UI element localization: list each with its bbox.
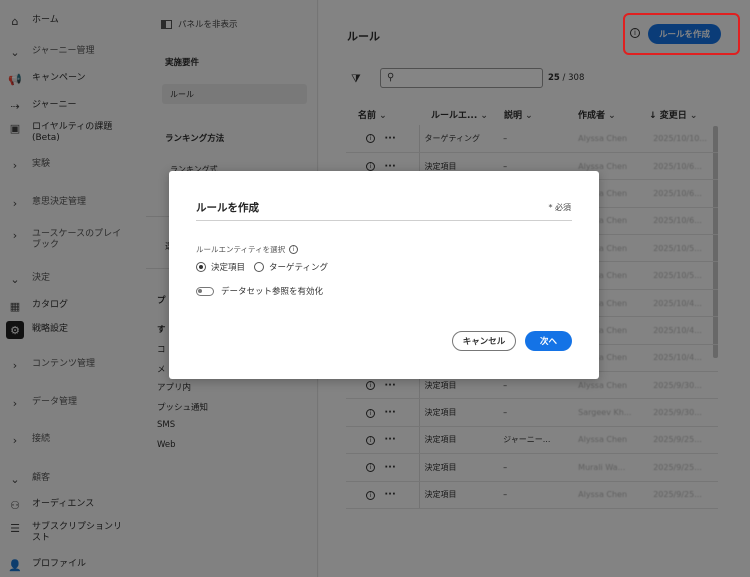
radio-decision-item[interactable]: 決定項目 — [196, 261, 245, 273]
toggle-label: データセット参照を有効化 — [221, 287, 324, 297]
next-button[interactable]: 次へ — [525, 331, 572, 351]
radio-selected-icon — [196, 262, 206, 272]
dialog-divider — [196, 220, 572, 221]
info-icon[interactable]: i — [289, 245, 299, 254]
dataset-lookup-toggle-row: データセット参照を有効化 — [196, 285, 323, 297]
radio-label: ターゲティング — [269, 263, 328, 273]
cancel-button[interactable]: キャンセル — [452, 331, 516, 351]
dialog-title: ルールを作成 — [196, 202, 259, 214]
entity-label-text: ルールエンティティを選択 — [196, 245, 286, 254]
entity-field-label: ルールエンティティを選択 i — [196, 244, 299, 255]
highlight-annotation — [623, 13, 740, 55]
dataset-lookup-toggle[interactable] — [196, 286, 214, 296]
create-rule-dialog: ルールを作成 * 必須 ルールエンティティを選択 i 決定項目 ターゲティング … — [169, 171, 599, 379]
radio-label: 決定項目 — [211, 263, 246, 273]
cancel-label: キャンセル — [462, 337, 506, 347]
radio-unselected-icon — [254, 262, 264, 272]
radio-targeting[interactable]: ターゲティング — [254, 261, 328, 273]
next-label: 次へ — [539, 337, 557, 347]
required-note: * 必須 — [548, 203, 571, 212]
